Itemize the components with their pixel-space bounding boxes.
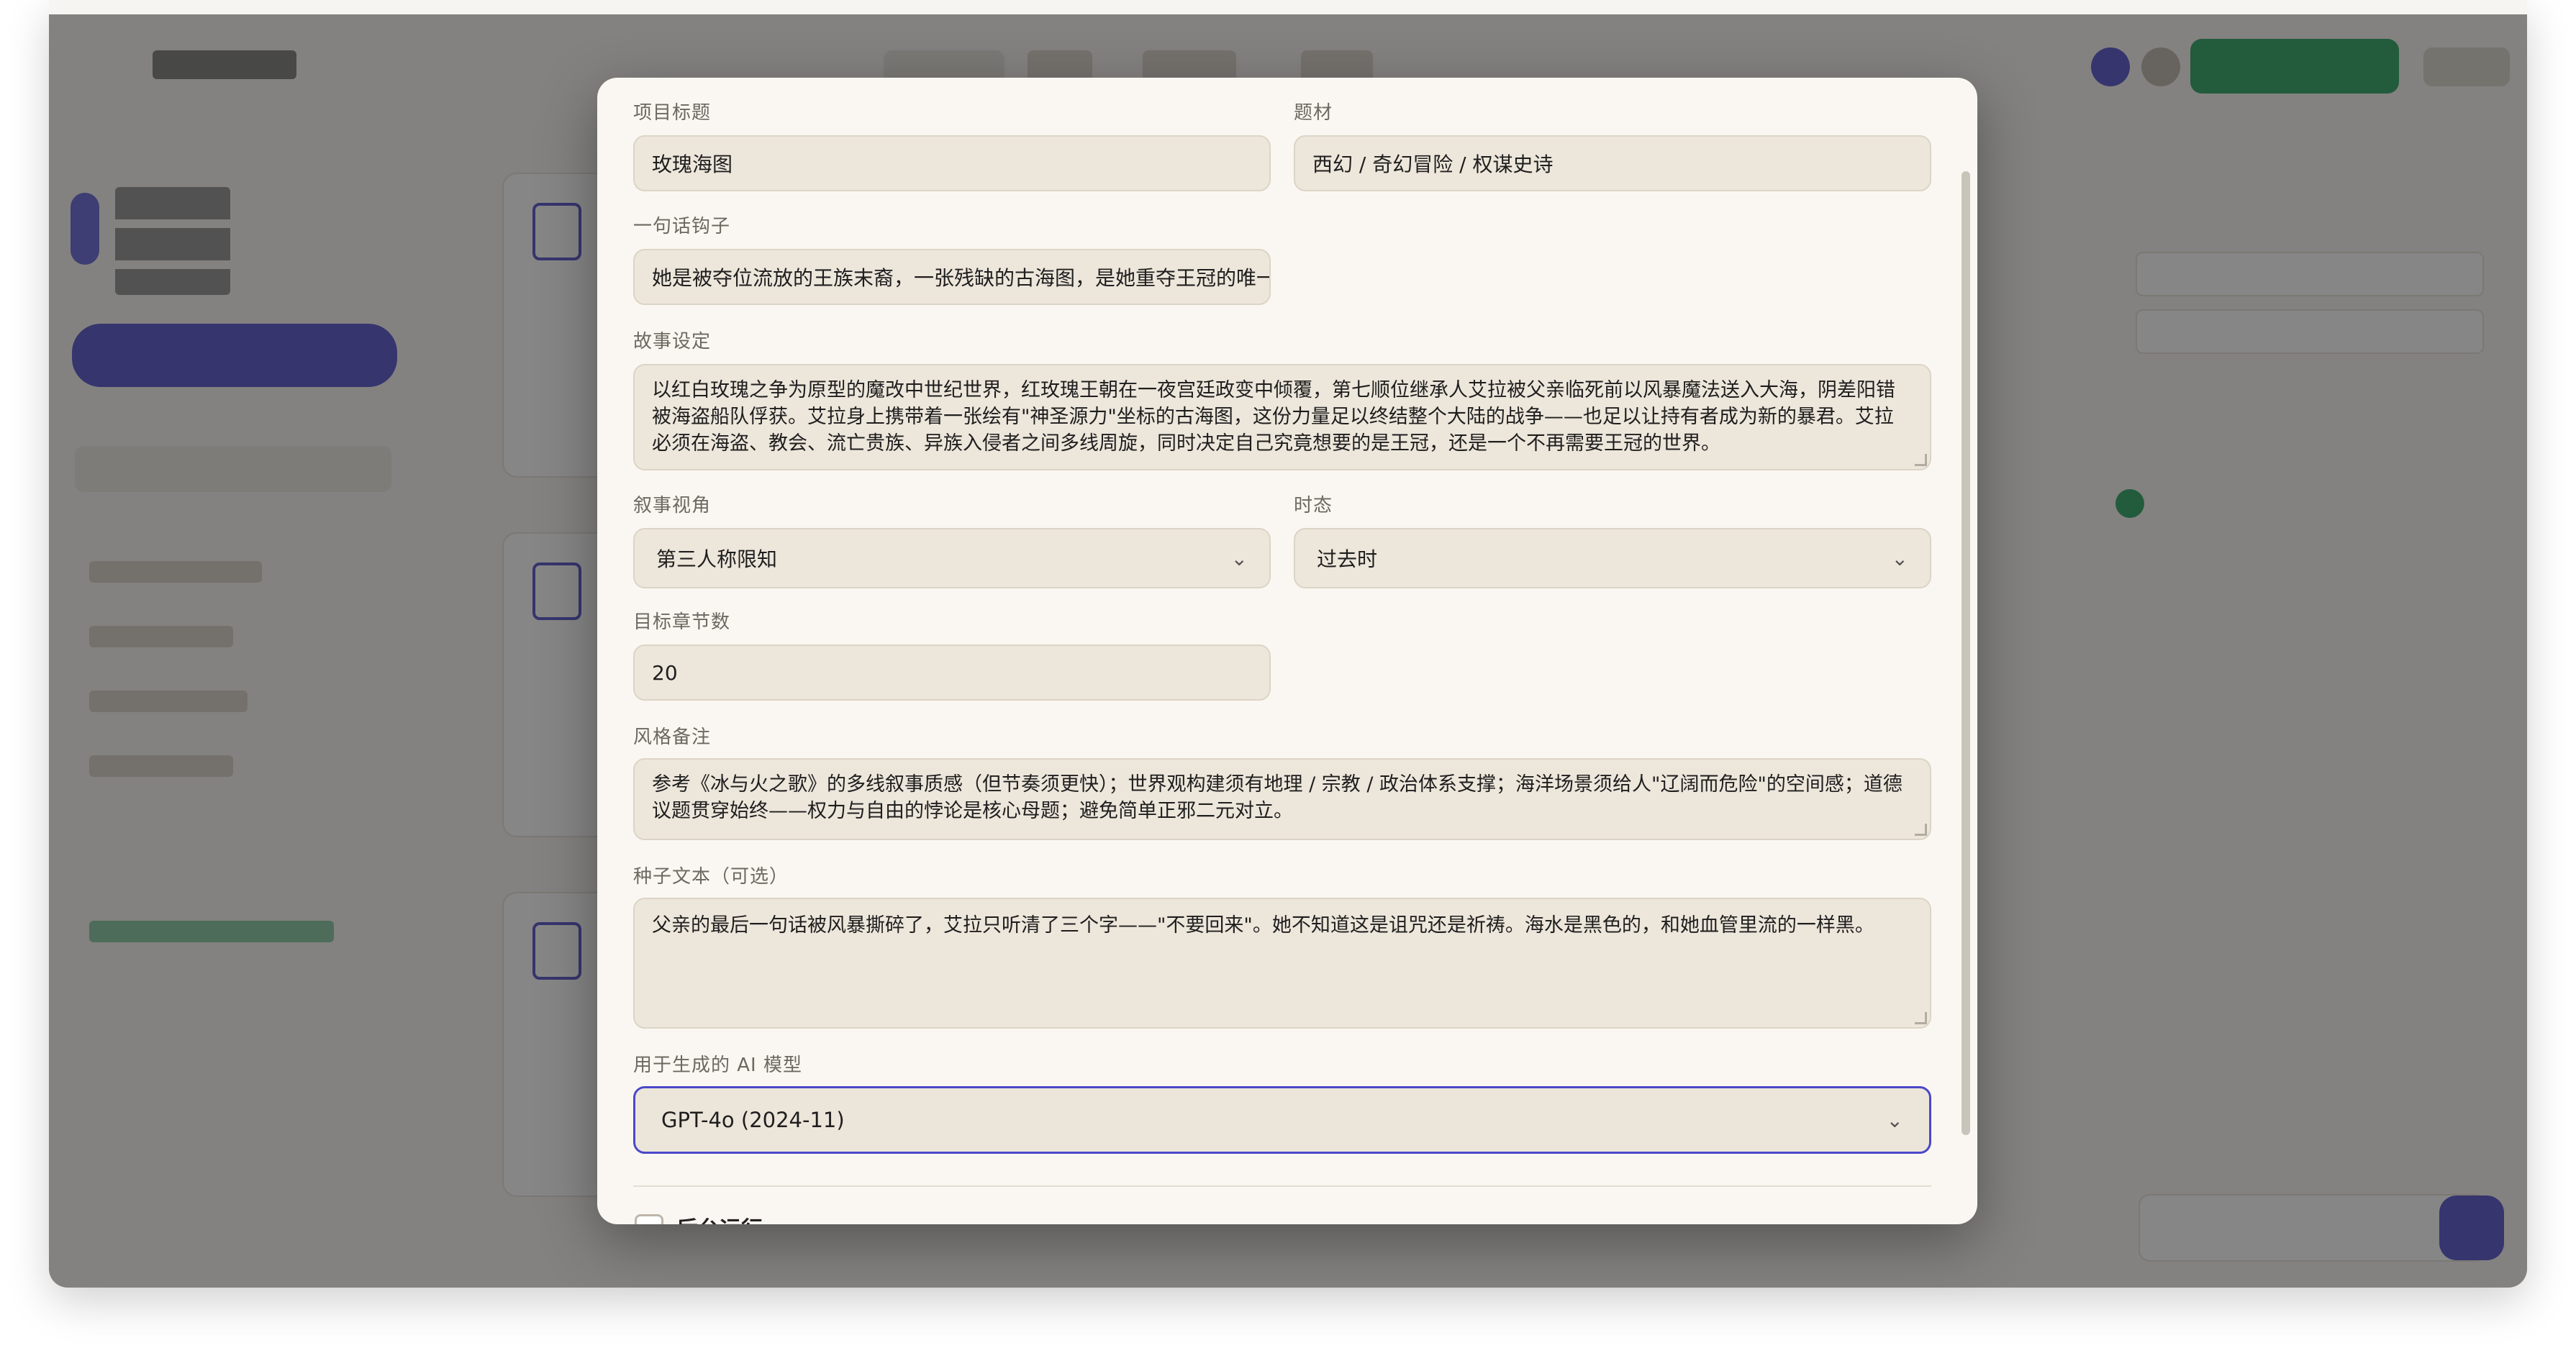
background-run-label: 后台运行	[676, 1211, 763, 1224]
seed-text-label: 种子文本（可选）	[633, 866, 789, 888]
seed-text: 父亲的最后一句话被风暴撕碎了，艾拉只听清了三个字——"不要回来"。她不知道这是诅…	[652, 914, 1874, 937]
project-title-input[interactable]: 玫瑰海图	[633, 135, 1271, 191]
tense-select[interactable]: 过去时 ⌄	[1294, 528, 1931, 588]
modal-scrollbar[interactable]	[1962, 171, 1970, 1135]
genre-label: 题材	[1294, 102, 1333, 124]
resize-grip-icon[interactable]	[1915, 454, 1927, 466]
chapters-label: 目标章节数	[633, 611, 731, 633]
model-value: GPT-4o (2024-11)	[661, 1108, 845, 1132]
setting-textarea[interactable]: 以红白玫瑰之争为原型的魔改中世纪世界，红玫瑰王朝在一夜宫廷政变中倾覆，第七顺位继…	[633, 364, 1931, 470]
pov-value: 第三人称限知	[656, 547, 778, 571]
hook-input[interactable]: 她是被夺位流放的王族末裔，一张残缺的古海图，是她重夺王冠的唯一线	[633, 249, 1271, 305]
setting-label: 故事设定	[633, 331, 712, 352]
background-run-checkbox[interactable]	[635, 1214, 663, 1224]
tense-value: 过去时	[1317, 547, 1378, 571]
pov-select[interactable]: 第三人称限知 ⌄	[633, 528, 1271, 588]
style-notes-text: 参考《冰与火之歌》的多线叙事质感（但节奏须更快）；世界观构建须有地理 / 宗教 …	[652, 773, 1902, 822]
style-notes-textarea[interactable]: 参考《冰与火之歌》的多线叙事质感（但节奏须更快）；世界观构建须有地理 / 宗教 …	[633, 758, 1931, 840]
seed-text-textarea[interactable]: 父亲的最后一句话被风暴撕碎了，艾拉只听清了三个字——"不要回来"。她不知道这是诅…	[633, 898, 1931, 1029]
modal-divider	[633, 1185, 1931, 1187]
genre-input[interactable]: 西幻 / 奇幻冒险 / 权谋史诗	[1294, 135, 1931, 191]
hook-label: 一句话钩子	[633, 216, 731, 237]
resize-grip-icon[interactable]	[1915, 1012, 1927, 1024]
model-select[interactable]: GPT-4o (2024-11) ⌄	[633, 1086, 1931, 1154]
chevron-down-icon: ⌄	[1886, 1108, 1903, 1132]
model-label: 用于生成的 AI 模型	[633, 1055, 802, 1076]
setting-text: 以红白玫瑰之争为原型的魔改中世纪世界，红玫瑰王朝在一夜宫廷政变中倾覆，第七顺位继…	[652, 379, 1895, 455]
chapters-input[interactable]: 20	[633, 645, 1271, 701]
style-notes-label: 风格备注	[633, 727, 712, 748]
tense-label: 时态	[1294, 495, 1333, 516]
project-title-label: 项目标题	[633, 102, 712, 124]
chevron-down-icon: ⌄	[1891, 546, 1908, 570]
chevron-down-icon: ⌄	[1230, 546, 1248, 570]
resize-grip-icon[interactable]	[1915, 824, 1927, 836]
project-settings-modal: 项目标题 玫瑰海图 题材 西幻 / 奇幻冒险 / 权谋史诗 一句话钩子 她是被夺…	[597, 78, 1977, 1224]
pov-label: 叙事视角	[633, 495, 712, 516]
